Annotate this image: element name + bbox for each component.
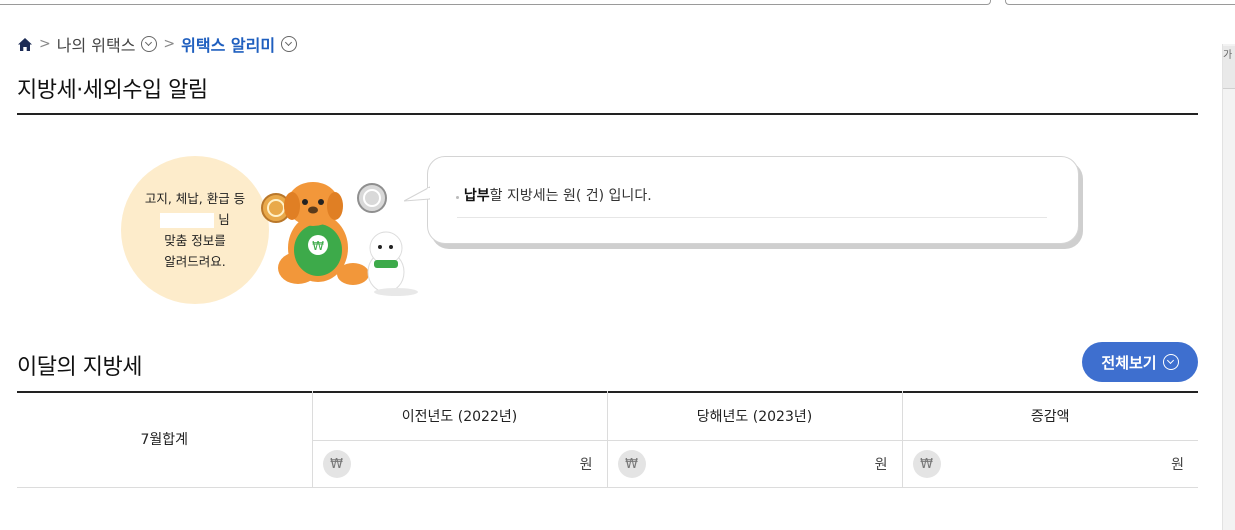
info-line-name: 님 [160,209,230,230]
info-circle: 고지, 체납, 환급 등 님 맞춤 정보를 알려드려요. [121,156,269,304]
table-header-row: 7월합계 이전년도 (2022년) 당해년도 (2023년) 증감액 [17,391,1198,488]
speech-divider [457,217,1047,218]
section-title-monthly: 이달의 지방세 [17,355,142,380]
title-divider [17,113,1198,115]
info-line-1: 고지, 체납, 환급 등 [144,191,246,206]
won-icon: ₩ [322,450,351,478]
breadcrumb: > 나의 위택스 > 위택스 알리미 [17,32,298,56]
speech-bubble-tail [404,186,430,202]
chevron-down-icon[interactable] [281,36,298,52]
svg-text:₩: ₩ [312,239,324,253]
view-all-label: 전체보기 [1101,353,1157,372]
scroll-thumb-label: 가 [1223,50,1233,61]
row-header-july-total: 7월합계 [17,391,312,488]
chevron-right-icon: > [163,36,176,52]
current-year-amount: ₩ 원 [606,440,902,488]
difference-amount: ₩ 원 [901,440,1198,488]
chevron-down-circle-icon [1162,354,1179,370]
view-all-button[interactable]: 전체보기 [1082,342,1198,382]
user-name-mask [160,213,215,228]
info-line-3: 맞춤 정보를 [164,233,226,248]
chevron-down-icon[interactable] [141,36,158,52]
monthly-tax-table: 7월합계 이전년도 (2022년) 당해년도 (2023년) 증감액 ₩ 원 ₩… [17,391,1198,488]
scrollbar-thumb[interactable]: 가 [1223,46,1235,89]
chevron-right-icon: > [39,36,51,52]
payment-keyword: 납부 [463,188,490,204]
payment-summary-text: 할 지방세는 원( 건) 입니다. [489,188,652,204]
mascot-dog-illustration: ₩ [261,182,418,296]
unit-label: 원 [579,457,593,473]
top-tab-border [0,0,991,5]
payment-summary: 납부할 지방세는 원( 건) 입니다. [455,185,652,205]
info-line-4: 알려드려요. [164,254,226,269]
home-icon[interactable] [17,37,33,52]
breadcrumb-wetax-alimi[interactable]: 위택스 알리미 [181,32,275,56]
top-tab-border-right [1005,0,1235,5]
col-header-difference: 증감액 [901,391,1198,441]
unit-label: 원 [874,457,888,473]
won-icon: ₩ [617,450,646,478]
page-title: 지방세·세외수입 알림 [17,78,208,103]
vertical-scrollbar[interactable] [1222,44,1235,530]
col-header-prev-year: 이전년도 (2022년) [311,391,607,441]
prev-year-amount: ₩ 원 [311,440,607,488]
breadcrumb-my-wetax[interactable]: 나의 위택스 [57,32,136,56]
won-icon: ₩ [912,450,941,478]
col-header-current-year: 당해년도 (2023년) [606,391,902,441]
unit-label: 원 [1171,457,1184,473]
